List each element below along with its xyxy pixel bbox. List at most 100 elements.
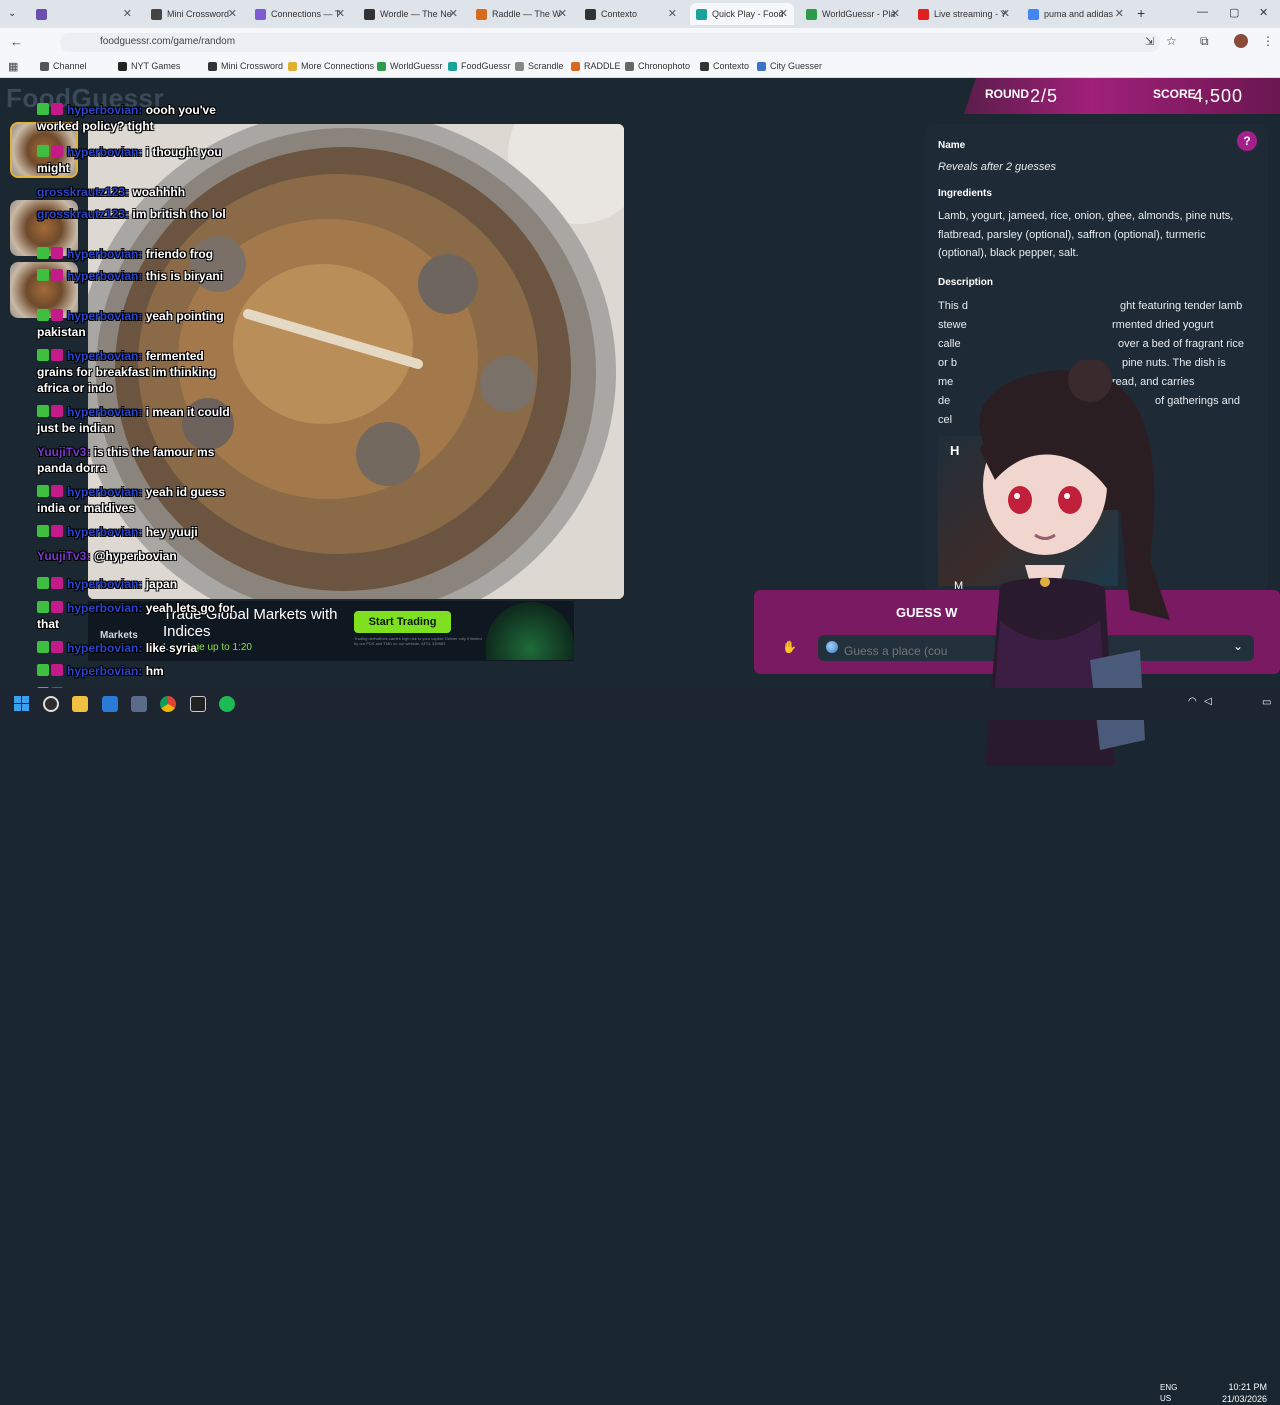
- browser-tab[interactable]: Mini Crossword ✕: [145, 3, 243, 25]
- browser-tab[interactable]: Raddle — The W ✕: [470, 3, 573, 25]
- bookmark-label: Channel: [53, 61, 87, 71]
- chat-separator: :: [138, 485, 146, 499]
- chat-username[interactable]: hyperbovian: [67, 247, 138, 261]
- bookmark-star-icon[interactable]: ☆: [1166, 34, 1177, 48]
- chat-username[interactable]: hyperbovian: [67, 664, 138, 678]
- help-icon[interactable]: ?: [1237, 131, 1257, 151]
- chat-message: hyperbovian: i mean it could just be ind…: [37, 404, 237, 436]
- wifi-icon[interactable]: ◠: [1188, 696, 1197, 707]
- verified-badge-icon: [37, 525, 49, 537]
- chevron-down-icon[interactable]: ⌄: [1233, 639, 1243, 653]
- file-explorer-icon[interactable]: [72, 696, 88, 712]
- browser-tab[interactable]: Contexto ✕: [579, 3, 683, 25]
- bookmark-favicon-icon: [448, 61, 457, 71]
- chat-text: hey yuuji: [145, 525, 198, 539]
- tab-close-icon[interactable]: ✕: [336, 7, 345, 20]
- browser-tab[interactable]: Connections — T ✕: [249, 3, 351, 25]
- sub-badge-icon: [51, 269, 63, 281]
- new-tab-button[interactable]: +: [1137, 5, 1145, 21]
- chat-message: grosskrautz123: woahhhh: [37, 184, 237, 200]
- chat-username[interactable]: hyperbovian: [67, 145, 138, 159]
- sub-badge-icon: [51, 405, 63, 417]
- chat-username[interactable]: hyperbovian: [67, 641, 138, 655]
- photos-icon[interactable]: [102, 696, 118, 712]
- tab-close-icon[interactable]: ✕: [891, 7, 900, 20]
- verified-badge-icon: [37, 103, 49, 115]
- bookmark-item[interactable]: FoodGuessr: [448, 61, 511, 71]
- browser-tab[interactable]: Live streaming - Y ✕: [912, 3, 1016, 25]
- chat-username[interactable]: hyperbovian: [67, 405, 138, 419]
- sub-badge-icon: [51, 641, 63, 653]
- maximize-icon[interactable]: ▢: [1229, 6, 1239, 19]
- url-field[interactable]: foodguessr.com/game/random: [60, 33, 1160, 52]
- chat-username[interactable]: hyperbovian: [67, 525, 138, 539]
- apps-grid-icon[interactable]: ▦: [8, 60, 18, 73]
- verified-badge-icon: [37, 601, 49, 613]
- tab-search-icon[interactable]: ⌄: [8, 8, 16, 19]
- chat-username[interactable]: hyperbovian: [67, 309, 138, 323]
- bookmark-item[interactable]: Mini Crossword: [208, 61, 283, 71]
- bookmark-item[interactable]: RADDLE: [571, 61, 621, 71]
- chat-username[interactable]: grosskrautz123: [37, 207, 125, 221]
- tab-close-icon[interactable]: ✕: [668, 7, 677, 20]
- bookmark-item[interactable]: Channel: [40, 61, 87, 71]
- minimize-icon[interactable]: —: [1197, 6, 1208, 18]
- chat-separator: :: [138, 103, 146, 117]
- chrome-icon[interactable]: [160, 696, 176, 712]
- chat-username[interactable]: hyperbovian: [67, 601, 138, 615]
- clock[interactable]: 10:21 PM 21/03/2026: [1222, 1381, 1267, 1405]
- sub-badge-icon: [51, 601, 63, 613]
- chat-username[interactable]: hyperbovian: [67, 269, 138, 283]
- bookmark-item[interactable]: Scrandle: [515, 61, 564, 71]
- start-menu-icon[interactable]: [14, 696, 29, 711]
- bookmark-item[interactable]: Chronophoto: [625, 61, 690, 71]
- browser-tab[interactable]: WorldGuessr - Pla ✕: [800, 3, 906, 25]
- chat-username[interactable]: hyperbovian: [67, 349, 138, 363]
- obs-icon[interactable]: [43, 696, 59, 712]
- browser-tab[interactable]: puma and adidas ✕: [1022, 3, 1130, 25]
- chat-text: japan: [145, 577, 178, 591]
- chat-username[interactable]: hyperbovian: [67, 485, 138, 499]
- back-icon[interactable]: ←: [10, 34, 23, 49]
- chat-username[interactable]: hyperbovian: [67, 577, 138, 591]
- tab-close-icon[interactable]: ✕: [1115, 7, 1124, 20]
- tab-favicon-icon: [36, 8, 47, 20]
- menu-icon[interactable]: ⋮: [1262, 34, 1274, 48]
- chat-text: im british tho lol: [132, 207, 226, 221]
- tab-close-icon[interactable]: ✕: [779, 7, 788, 20]
- chat-message: hyperbovian: like syria: [37, 640, 237, 656]
- chat-username[interactable]: YuujiTv3: [37, 445, 86, 459]
- tab-favicon-icon: [364, 8, 375, 20]
- vscode-icon[interactable]: [131, 696, 147, 712]
- install-icon[interactable]: ⇲: [1145, 35, 1154, 48]
- tab-close-icon[interactable]: ✕: [449, 7, 458, 20]
- spotify-icon[interactable]: [219, 696, 235, 712]
- chat-username[interactable]: hyperbovian: [67, 103, 138, 117]
- tab-close-icon[interactable]: ✕: [123, 7, 132, 20]
- verified-badge-icon: [37, 664, 49, 676]
- bookmark-item[interactable]: More Connections: [288, 61, 374, 71]
- ad-start-trading-button[interactable]: Start Trading: [354, 611, 451, 633]
- bookmark-favicon-icon: [208, 61, 217, 71]
- bookmark-favicon-icon: [118, 61, 127, 71]
- score-label: SCORE: [1153, 87, 1196, 101]
- profile-avatar[interactable]: [1234, 34, 1248, 48]
- tab-close-icon[interactable]: ✕: [228, 7, 237, 20]
- chat-username[interactable]: YuujiTv3: [37, 549, 86, 563]
- volume-icon[interactable]: ◁: [1204, 696, 1212, 707]
- bookmark-item[interactable]: Contexto: [700, 61, 749, 71]
- extensions-icon[interactable]: ⧉: [1200, 34, 1209, 49]
- tab-close-icon[interactable]: ✕: [558, 7, 567, 20]
- browser-tab[interactable]: ✕: [30, 3, 138, 25]
- browser-tab[interactable]: Wordle — The Ne ✕: [358, 3, 464, 25]
- bookmark-item[interactable]: NYT Games: [118, 61, 180, 71]
- language-indicator[interactable]: ENG US: [1160, 1382, 1177, 1404]
- bookmark-item[interactable]: City Guesser: [757, 61, 822, 71]
- chat-username[interactable]: grosskrautz123: [37, 185, 125, 199]
- notification-icon[interactable]: ▭: [1262, 697, 1271, 708]
- tab-close-icon[interactable]: ✕: [1001, 7, 1010, 20]
- bookmark-item[interactable]: WorldGuessr: [377, 61, 442, 71]
- app-icon[interactable]: [190, 696, 206, 712]
- close-window-icon[interactable]: ✕: [1259, 6, 1268, 19]
- browser-tab[interactable]: Quick Play - Food ✕: [690, 3, 794, 25]
